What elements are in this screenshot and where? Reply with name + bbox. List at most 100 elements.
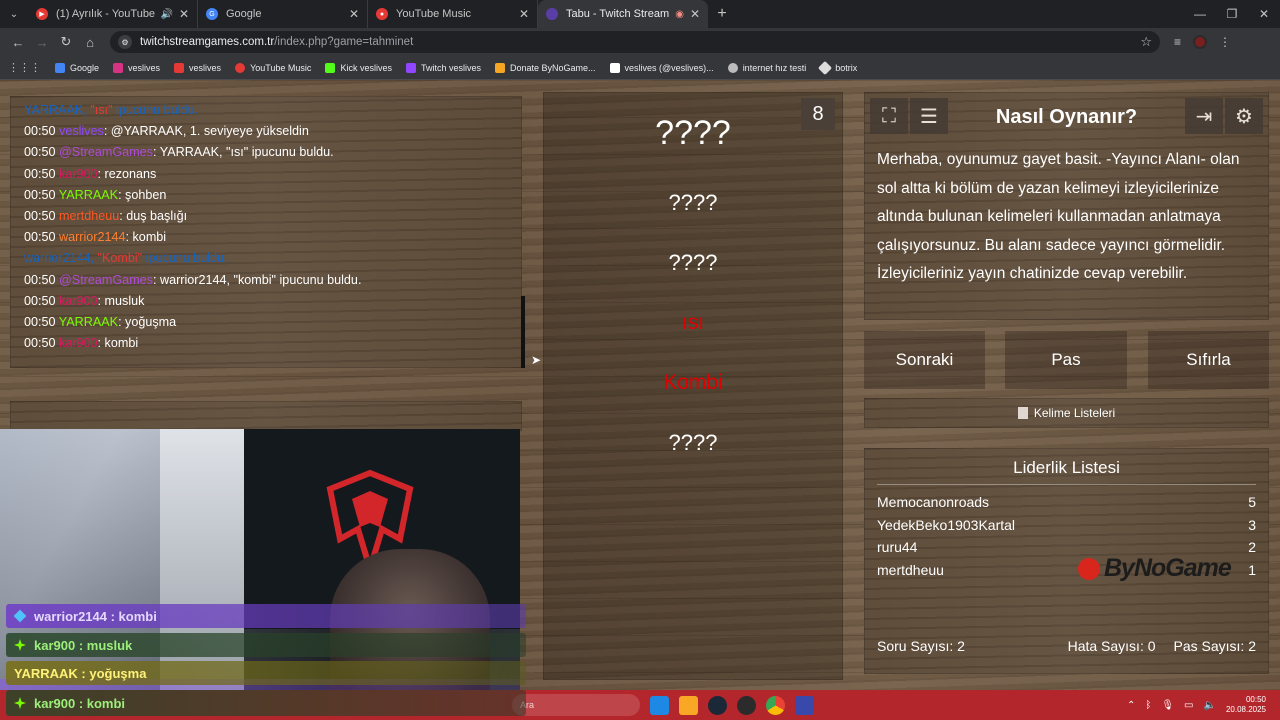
system-clock[interactable]: 00:50 20.08.2025 [1226,695,1266,715]
chevron-up-icon[interactable]: ⌃ [1127,700,1135,711]
bookmark-kick[interactable]: Kick veslives [325,62,392,73]
new-tab-button[interactable]: + [708,5,736,23]
address-bar[interactable]: ⚙ twitchstreamgames.com.tr/index.php?gam… [110,31,1160,53]
tab-youtube-music[interactable]: ● YouTube Music ✕ [368,0,538,28]
youtube-music-icon [235,62,246,73]
chat-text: : musluk [97,293,145,308]
volume-icon[interactable]: 🔈 [1204,700,1216,711]
chat-text: : rezonans [97,166,157,181]
restore-icon[interactable]: ❐ [1216,0,1248,28]
photos-app-icon[interactable] [650,695,669,715]
chat-message: 00:50 @StreamGames: warrior2144, "kombi"… [24,270,508,291]
found-word: Kombi [663,371,723,394]
tab-title: (1) Ayrılık - YouTube [56,8,156,20]
chat-scrollbar[interactable] [521,296,525,368]
forbidden-word: ???? [668,430,718,455]
chat-user[interactable]: mertdheuu [59,209,119,223]
chat-user[interactable]: kar900 [59,336,98,350]
taskbar-search[interactable]: Ara [512,694,640,716]
overlay-chat-message: kar900 : kombi [6,690,526,716]
chat-text: : YARRAAK, "ısı" ipucunu buldu. [152,145,334,160]
chat-time: 00:50 [24,124,56,139]
file-explorer-icon[interactable] [679,695,698,715]
minimize-icon[interactable]: — [1184,0,1216,28]
chat-message: 00:50 YARRAAK: şohben [24,185,508,206]
menu-icon[interactable]: ⋮ [1219,35,1231,49]
bluetooth-icon[interactable]: ᛒ [1145,700,1151,711]
fullscreen-icon[interactable]: ⛶ [870,98,908,134]
next-button[interactable]: Sonraki [864,331,985,389]
chat-text: : warrior2144, "kombi" ipucunu buldu. [152,272,362,287]
overlay-chat-message: kar900 : musluk [6,633,526,657]
chat-panel: YARRAAK, "ısı" ipucunu buldu. 00:50 vesli… [10,96,525,368]
bookmark-youtube-music[interactable]: YouTube Music [235,62,311,73]
bookmark-google[interactable]: Google [55,62,99,73]
instagram-icon [113,62,124,73]
notes-icon[interactable]: ☰ [910,98,948,134]
question-count: Soru Sayısı: 2 [877,638,965,654]
exit-icon[interactable]: ⇥ [1185,98,1223,134]
tab-search-icon[interactable]: ⌄ [0,0,28,28]
close-icon[interactable]: ✕ [179,7,189,21]
chat-user[interactable]: veslives [59,124,104,138]
sparkle-icon [14,697,26,709]
youtube-icon: ▶ [36,8,48,20]
home-icon[interactable]: ⌂ [78,35,102,50]
chat-user[interactable]: kar900 [59,167,98,181]
network-icon[interactable]: ▭ [1184,700,1193,711]
close-icon[interactable]: ✕ [519,7,529,21]
chat-message: 00:50 kar900: rezonans [24,164,508,185]
steam-icon[interactable] [708,695,727,715]
app-icon[interactable] [795,695,814,715]
chat-time: 00:50 [24,336,56,351]
how-to-play-text: Merhaba, oyunumuz gayet basit. -Yayıncı … [877,151,1240,282]
bookmark-speedtest[interactable]: internet hız testi [727,62,806,73]
bookmark-youtube[interactable]: veslives [174,62,221,73]
speaker-icon[interactable]: 🔊 [160,9,172,20]
chat-user[interactable]: YARRAAK [59,315,118,329]
error-count: Hata Sayısı: 0 [1067,638,1156,654]
site-info-icon[interactable]: ⚙ [118,35,132,49]
reload-icon[interactable]: ↻ [54,34,78,50]
forward-icon[interactable]: → [30,35,54,50]
chat-user[interactable]: @StreamGames [59,145,153,159]
tab-tabu[interactable]: Tabu - Twitch Stream Game ◉ ✕ [538,0,708,28]
apps-grid-icon[interactable]: ⋮⋮⋮ [8,61,41,74]
bookmark-twitch[interactable]: Twitch veslives [405,62,481,73]
media-controls-icon[interactable]: ≡ [1174,35,1181,49]
chat-text: : yoğuşma [118,315,177,330]
chat-user[interactable]: YARRAAK [59,188,118,202]
gear-icon[interactable]: ⚙ [1225,98,1263,134]
sparkle-icon [14,639,26,651]
bookmark-star-icon[interactable]: ☆ [1140,34,1152,50]
microphone-icon[interactable]: 🎙 [1161,700,1174,711]
chrome-icon[interactable] [766,695,785,715]
chat-message: 00:50 kar900: musluk [24,291,508,312]
obs-icon[interactable] [737,695,756,715]
back-icon[interactable]: ← [6,35,30,50]
close-window-icon[interactable]: ✕ [1248,0,1280,28]
tab-google[interactable]: G Google ✕ [198,0,368,28]
bookmark-tiktok[interactable]: veslives (@veslives)... [609,62,714,73]
chat-time: 00:50 [24,166,56,181]
bookmark-botrix[interactable]: botrix [818,60,857,75]
chat-user[interactable]: @StreamGames [59,273,153,287]
chat-user[interactable]: warrior2144 [59,230,126,244]
leaderboard-title: Liderlik Listesi [877,458,1256,485]
tab-youtube[interactable]: ▶ (1) Ayrılık - YouTube 🔊 ✕ [28,0,198,28]
chat-word: "Kombi" [97,251,143,266]
chat-word: "ısı" [90,103,113,117]
profile-avatar[interactable] [1193,35,1208,49]
reset-button[interactable]: Sıfırla [1148,331,1269,389]
speedometer-icon [727,62,738,73]
close-icon[interactable]: ✕ [349,7,359,21]
word-lists-button[interactable]: Kelime Listeleri [864,398,1269,428]
chat-user[interactable]: kar900 [59,294,98,308]
pass-button[interactable]: Pas [1005,331,1127,389]
bookmark-bynogame[interactable]: Donate ByNoGame... [494,62,596,73]
overlay-chat-message: YARRAAK : yoğuşma [6,661,526,685]
toolbar-actions: ≡ ⋮ [1174,35,1231,49]
chat-message: 00:50 warrior2144: kombi [24,227,508,248]
close-icon[interactable]: ✕ [690,7,700,21]
bookmark-instagram[interactable]: veslives [113,62,160,73]
